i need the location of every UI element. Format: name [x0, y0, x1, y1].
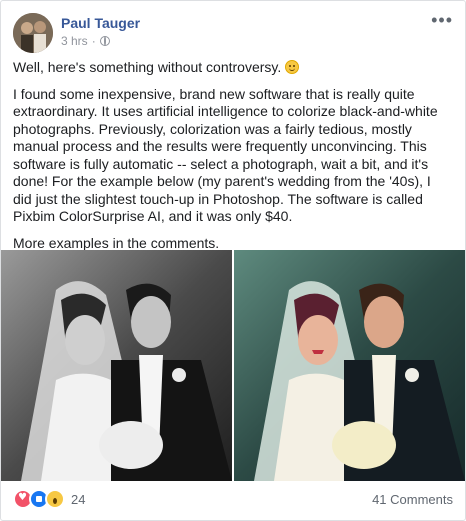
reaction-count: 24: [71, 491, 86, 507]
smiley-emoji-icon: [285, 60, 300, 74]
post-footer: 24 41 Comments: [13, 485, 453, 513]
photo-grid: [1, 250, 465, 481]
photo-colorized[interactable]: [234, 250, 465, 481]
feed-post: Paul Tauger 3 hrs · ••• Well, here's som…: [0, 0, 466, 521]
post-paragraph-1: Well, here's something without controver…: [13, 59, 453, 77]
post-time[interactable]: 3 hrs: [61, 34, 88, 48]
post-meta: 3 hrs ·: [61, 34, 110, 48]
photo-bw[interactable]: [1, 250, 232, 481]
meta-separator: ·: [91, 34, 96, 48]
post-body: Well, here's something without controver…: [13, 59, 453, 261]
post-header: Paul Tauger 3 hrs · •••: [13, 11, 453, 53]
author-name[interactable]: Paul Tauger: [61, 15, 140, 31]
author-avatar[interactable]: [13, 13, 53, 53]
globe-icon[interactable]: [99, 36, 110, 46]
post-paragraph-2: I found some inexpensive, brand new soft…: [13, 85, 438, 225]
wow-reaction-icon: [45, 489, 65, 509]
comments-count-link[interactable]: 41 Comments: [372, 492, 453, 507]
reactions-summary[interactable]: 24: [13, 489, 85, 509]
more-options-button[interactable]: •••: [431, 11, 453, 29]
